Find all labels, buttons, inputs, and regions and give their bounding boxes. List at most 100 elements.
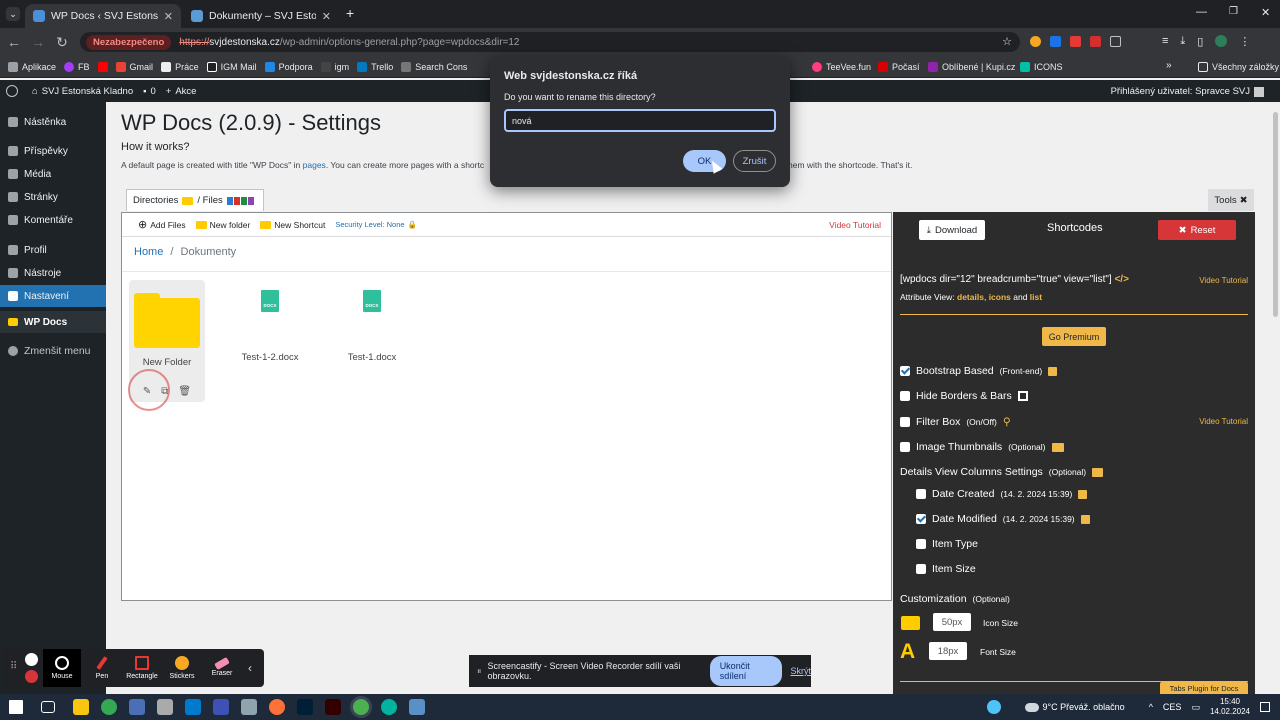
forward-icon[interactable]: → [26,34,50,50]
bookmark-search-console[interactable]: Search Cons [401,61,467,72]
tab-directories-files[interactable]: Directories / Files [126,189,264,211]
font-size-input[interactable]: 18px [929,642,967,660]
checkbox[interactable] [916,489,926,499]
option-image-thumbnails[interactable]: Image Thumbnails (Optional) [900,441,1064,453]
checkbox[interactable] [916,514,926,524]
site-name-link[interactable]: ⌂ SVJ Estonská Kladno [32,86,133,97]
app-icon[interactable] [409,699,425,715]
download-icon[interactable]: ⤓ [1180,35,1185,48]
reload-icon[interactable]: ↻ [50,34,74,51]
minimize-icon[interactable]: — [1196,6,1207,18]
option-hide-borders[interactable]: Hide Borders & Bars [900,390,1028,402]
close-icon[interactable]: ✕ [322,10,331,23]
bookmarks-overflow-icon[interactable]: » [1166,60,1172,71]
folder-icon[interactable] [134,293,200,348]
extension-icon[interactable] [1090,36,1101,47]
video-tutorial-link[interactable]: Video Tutorial [1199,276,1248,285]
all-bookmarks[interactable]: Všechny záložky [1198,62,1279,72]
bookmark-kupi[interactable]: Oblíbené | Kupi.cz [928,62,1015,72]
bookmark-fb[interactable]: FB [64,61,90,72]
add-files-button[interactable]: ⊕ Add Files [138,218,186,231]
sidepanel-icon[interactable]: ▯ [1197,35,1203,48]
download-button[interactable]: ⤓ Download [919,220,985,240]
app-icon[interactable] [381,699,397,715]
checkbox[interactable] [900,366,910,376]
sidebar-item-wp-docs[interactable]: WP Docs [0,311,106,333]
sidebar-item-pages[interactable]: Stránky [0,186,106,208]
drag-handle-icon[interactable]: ⠿ [10,661,17,672]
tool-mouse[interactable]: Mouse [43,649,81,687]
video-tutorial-link[interactable]: Video Tutorial [1199,417,1248,426]
pause-icon[interactable] [25,653,38,666]
column-item-type[interactable]: Item Type [916,538,978,550]
bookmark-icons[interactable]: ICONS [1020,62,1063,72]
avatar[interactable] [1215,35,1228,47]
bookmark-podpora[interactable]: Podpora [264,61,313,72]
menu-icon[interactable]: ⋮ [1239,35,1250,48]
tray-chevron-icon[interactable]: ^ [1149,702,1153,712]
chrome-icon[interactable] [101,699,117,715]
column-date-created[interactable]: Date Created (14. 2. 2024 15:39) [916,488,1088,500]
wordpress-logo-icon[interactable] [6,85,18,97]
checkbox[interactable] [916,539,926,549]
weather-widget[interactable]: 9°C Převáž. oblačno [1024,702,1125,712]
extension-icon[interactable] [1070,36,1081,47]
tab-search-icon[interactable]: ⌄ [6,7,20,21]
go-premium-button[interactable]: Go Premium [1042,327,1106,346]
tab-dokumenty[interactable]: Dokumenty – SVJ Estonská Kladno ✕ [183,4,339,28]
illustrator-icon[interactable] [325,699,341,715]
bookmark-igm-mail[interactable]: IGM Mail [206,61,257,72]
checkbox[interactable] [916,564,926,574]
bookmark-apps[interactable]: Aplikace [8,61,56,72]
hide-button[interactable]: Skrýt [790,666,811,676]
windows-start-icon[interactable] [9,700,23,714]
photoshop-icon[interactable] [297,699,313,715]
bookmark-igm[interactable]: igm [320,61,349,72]
back-icon[interactable]: ← [2,34,26,50]
network-icon[interactable]: ▭ [1191,702,1200,713]
tab-wp-docs[interactable]: WP Docs ‹ SVJ Estonská Kladno ✕ [25,4,181,28]
sidebar-item-media[interactable]: Média [0,163,106,185]
puzzle-icon[interactable] [1110,36,1121,47]
bookmark-pocasi[interactable]: Počasí [878,62,920,72]
sidebar-item-profile[interactable]: Profil [0,239,106,261]
sidebar-collapse-menu[interactable]: Zmenšit menu [0,340,106,362]
chevron-left-icon[interactable]: ‹ [248,661,252,675]
attr-details-link[interactable]: details [957,292,984,302]
option-filter-box[interactable]: Filter Box (On/Off) ⚲ [900,416,1011,428]
bookmark-youtube[interactable] [97,61,108,72]
clock[interactable]: 15:40 14.02.2024 [1210,697,1250,717]
reset-button[interactable]: ✖ Reset [1158,220,1236,240]
extension-icon[interactable] [1050,36,1061,47]
app-icon[interactable] [129,699,145,715]
video-tutorial-link[interactable]: Video Tutorial [829,220,881,230]
chrome-active-icon[interactable] [353,699,369,715]
task-view-icon[interactable] [41,701,55,713]
firefox-icon[interactable] [269,699,285,715]
file-explorer-icon[interactable] [73,699,89,715]
shortcode-text[interactable]: [wpdocs dir="12" breadcrumb="true" view=… [900,274,1129,285]
new-folder-button[interactable]: New folder [195,220,250,230]
column-date-modified[interactable]: Date Modified (14. 2. 2024 15:39) [916,513,1090,525]
media-icon[interactable]: ≡ [1162,35,1168,48]
bookmark-prace[interactable]: Práce [161,61,199,72]
tool-pen[interactable]: Pen [83,649,121,687]
page-scrollbar[interactable] [1271,102,1280,694]
language-indicator[interactable]: CES [1163,702,1182,712]
rename-input[interactable] [504,109,776,132]
stop-sharing-button[interactable]: Ukončit sdílení [709,656,783,686]
stop-icon[interactable] [25,670,38,683]
pages-link[interactable]: pages [303,160,326,170]
new-content-link[interactable]: + Akce [166,86,197,97]
docx-file-icon[interactable]: DOCX [261,290,279,312]
file-item[interactable]: DOCX Test-1.docx [332,290,412,363]
checkbox[interactable] [900,391,910,401]
app-icon[interactable] [157,699,173,715]
docx-file-icon[interactable]: DOCX [363,290,381,312]
comments-link[interactable]: ▪ 0 [143,86,156,97]
sidebar-item-posts[interactable]: Příspěvky [0,140,106,162]
sidebar-item-dashboard[interactable]: Nástěnka [0,111,106,133]
user-account-link[interactable]: Přihlášený uživatel: Spravce SVJ [1111,86,1264,97]
checkbox[interactable] [900,442,910,452]
breadcrumb-home[interactable]: Home [134,246,163,258]
